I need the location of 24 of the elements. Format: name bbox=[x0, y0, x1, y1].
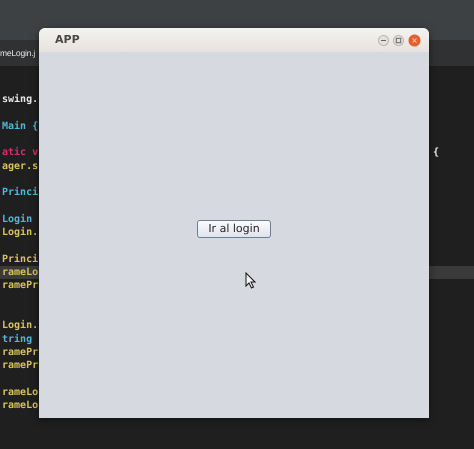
code-line: swing. bbox=[2, 94, 38, 106]
login-button[interactable]: Ir al login bbox=[197, 220, 271, 238]
code-line: atic v bbox=[2, 147, 38, 158]
code-line: Login bbox=[2, 214, 32, 225]
code-line: ramePr bbox=[2, 360, 38, 372]
close-icon[interactable] bbox=[408, 34, 421, 46]
minimize-icon[interactable] bbox=[378, 34, 389, 46]
code-line: rameLo bbox=[2, 267, 38, 278]
code-line: rameLo bbox=[2, 400, 38, 412]
code-line: rameLo bbox=[2, 386, 38, 398]
code-brace: { bbox=[433, 146, 440, 160]
code-line: tring bbox=[2, 334, 32, 345]
code-line: Princi bbox=[2, 254, 38, 265]
code-line: Login. bbox=[2, 320, 38, 332]
code-line: Princi bbox=[2, 187, 38, 198]
code-line: ramePr bbox=[2, 280, 38, 292]
code-line: ager.s bbox=[2, 160, 38, 172]
code-line: ramePr bbox=[2, 346, 38, 358]
mouse-pointer-icon bbox=[245, 272, 256, 289]
code-line: Login. bbox=[2, 227, 38, 238]
file-tab[interactable]: meLogin.j bbox=[0, 46, 36, 60]
window-title: APP bbox=[55, 32, 80, 48]
code-line: Main { bbox=[2, 120, 38, 132]
maximize-icon[interactable] bbox=[393, 34, 404, 46]
